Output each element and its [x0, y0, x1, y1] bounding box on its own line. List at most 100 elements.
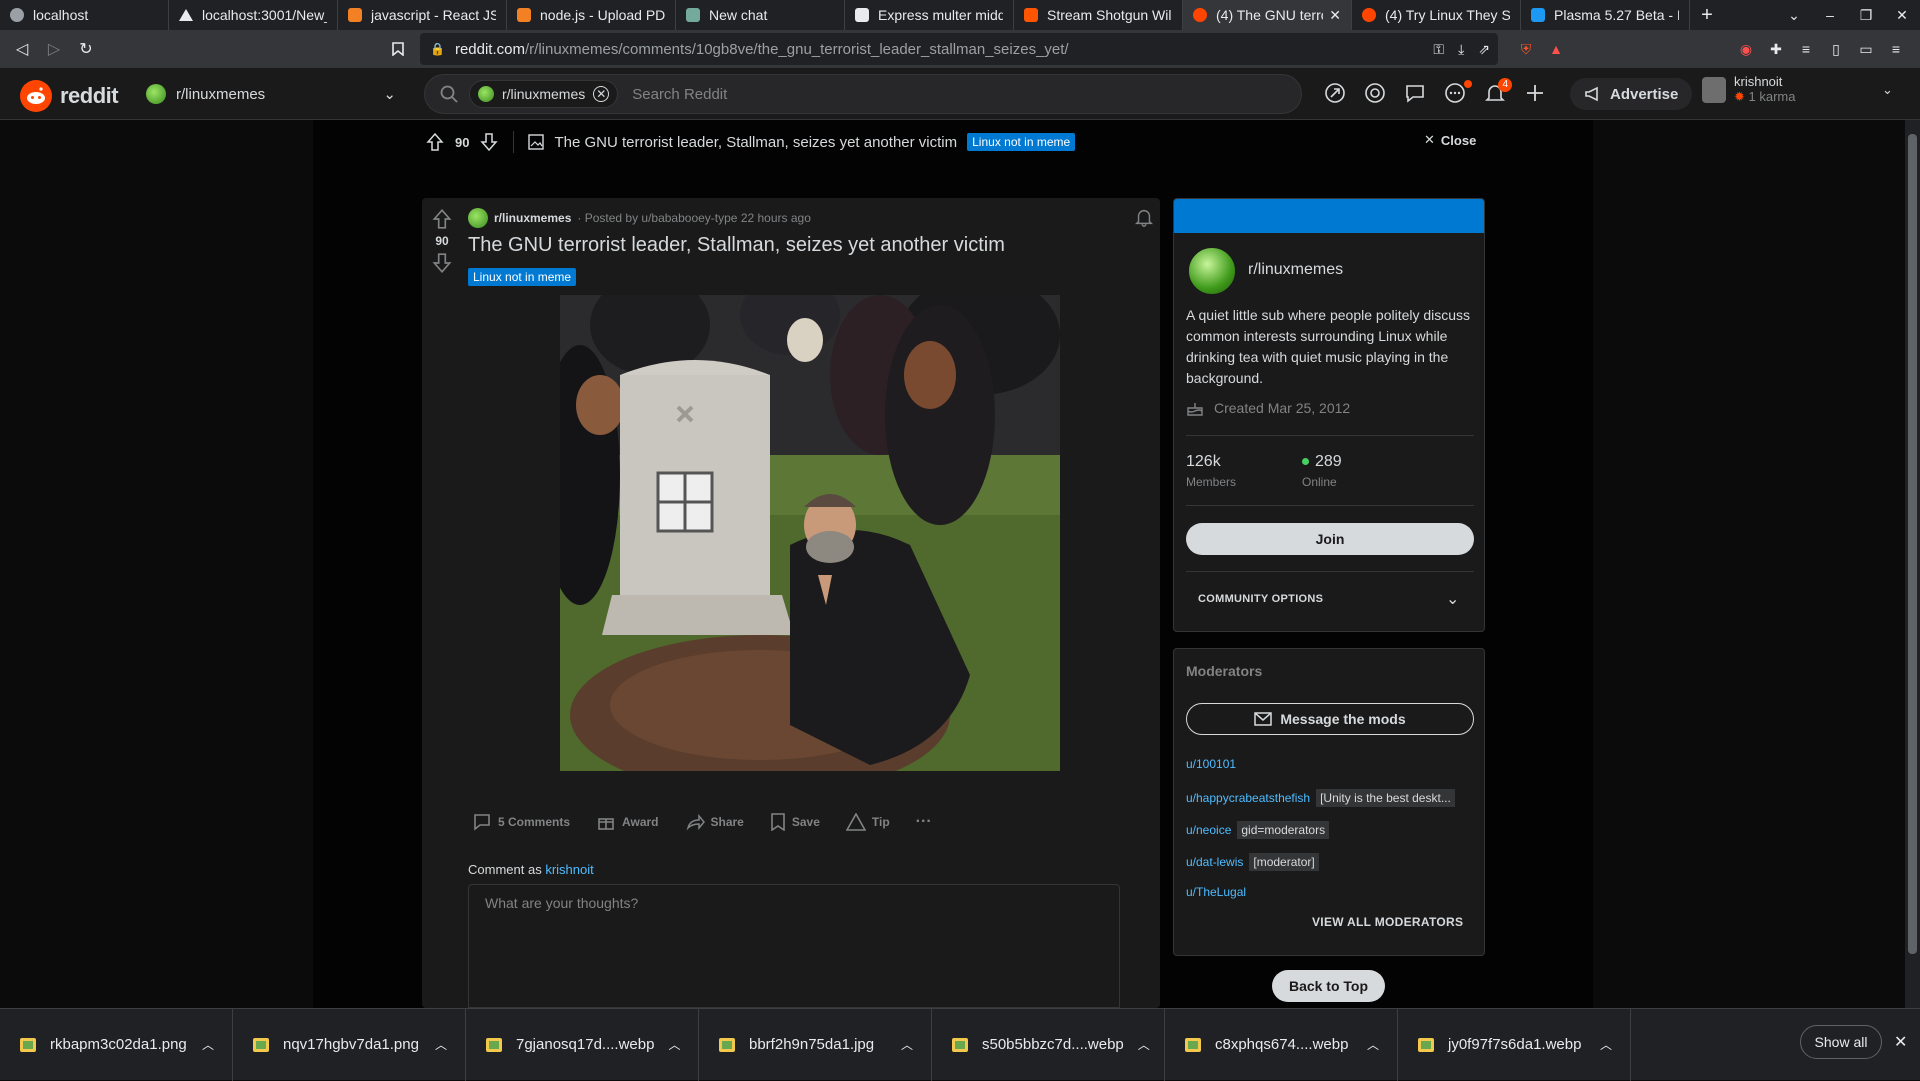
search-scope-chip[interactable]: r/linuxmemes ✕: [469, 80, 619, 108]
moderator-link[interactable]: u/neoice: [1186, 823, 1231, 837]
comments-button[interactable]: 5 Comments: [468, 806, 574, 838]
scrollbar-thumb[interactable]: [1908, 134, 1917, 954]
download-item[interactable]: bbrf2h9n75da1.jpg ︿: [699, 1008, 932, 1081]
popular-icon[interactable]: [1322, 78, 1348, 108]
menu-icon[interactable]: ≡: [1886, 39, 1906, 59]
advertise-button[interactable]: Advertise: [1570, 78, 1693, 110]
close-button[interactable]: ✕ Close: [1424, 132, 1476, 148]
scrollbar[interactable]: [1905, 120, 1920, 1008]
subreddit-link[interactable]: r/linuxmemes: [494, 211, 571, 225]
downvote-icon[interactable]: [479, 132, 499, 152]
back-icon[interactable]: ◁: [6, 33, 38, 65]
message-mods-button[interactable]: Message the mods: [1186, 703, 1474, 735]
chevron-down-icon[interactable]: ⌄: [1446, 589, 1459, 609]
post-image[interactable]: [560, 295, 1060, 771]
key-icon[interactable]: ⚿: [1433, 41, 1444, 58]
chevron-up-icon[interactable]: ︿: [1367, 1036, 1379, 1053]
browser-tab[interactable]: localhost:3001/New_Jo: [169, 0, 338, 30]
browser-tab[interactable]: Stream Shotgun Willy: [1014, 0, 1183, 30]
user-menu[interactable]: krishnoit ✹ 1 karma ⌄: [1702, 74, 1893, 105]
chevron-up-icon[interactable]: ︿: [901, 1036, 913, 1053]
reddit-favicon-icon: [1362, 8, 1376, 22]
community-options-toggle[interactable]: COMMUNITY OPTIONS: [1198, 593, 1323, 605]
brave-rewards-icon[interactable]: ▲: [1546, 39, 1566, 59]
notification-bell-icon[interactable]: [1134, 206, 1154, 228]
search-input[interactable]: [632, 85, 1133, 103]
view-all-moderators-link[interactable]: VIEW ALL MODERATORS: [1312, 915, 1463, 929]
notifications-bell-icon[interactable]: 4: [1482, 78, 1512, 108]
tip-icon: [845, 813, 866, 831]
award-button[interactable]: Award: [592, 806, 662, 838]
chevron-up-icon[interactable]: ︿: [1600, 1036, 1612, 1053]
download-item[interactable]: s50b5bbzc7d....webp ︿: [932, 1008, 1165, 1081]
chevron-up-icon[interactable]: ︿: [435, 1036, 447, 1053]
share-button[interactable]: Share: [681, 806, 748, 838]
browser-tab[interactable]: Express multer middle: [845, 0, 1014, 30]
browser-tab[interactable]: New chat: [676, 0, 845, 30]
bookmark-icon[interactable]: [382, 33, 414, 65]
back-to-top-button[interactable]: Back to Top: [1272, 970, 1385, 1002]
moderator-link[interactable]: u/TheLugal: [1186, 885, 1246, 899]
close-window-icon[interactable]: ✕: [1884, 7, 1920, 24]
minimize-icon[interactable]: –: [1812, 7, 1848, 23]
browser-tab[interactable]: (4) Try Linux They Said: [1352, 0, 1521, 30]
post-flair[interactable]: Linux not in meme: [468, 268, 577, 286]
download-item[interactable]: c8xphqs674....webp ︿: [1165, 1008, 1398, 1081]
chevron-up-icon[interactable]: ︿: [202, 1036, 214, 1053]
url-bar[interactable]: 🔒 reddit.com/r/linuxmemes/comments/10gb8…: [420, 33, 1498, 65]
more-options-icon[interactable]: ···: [912, 807, 936, 837]
install-icon[interactable]: ⤓: [1458, 41, 1464, 58]
search-bar[interactable]: r/linuxmemes ✕: [424, 74, 1302, 114]
browser-tab[interactable]: javascript - React JSX: s: [338, 0, 507, 30]
extension-badge-icon[interactable]: ◉: [1736, 39, 1756, 59]
karma-icon: ✹: [1734, 89, 1745, 104]
join-button[interactable]: Join: [1186, 523, 1474, 555]
chat-icon[interactable]: [1442, 78, 1472, 108]
extensions-puzzle-icon[interactable]: ✚: [1766, 39, 1786, 59]
chevron-up-icon[interactable]: ︿: [1138, 1036, 1150, 1053]
chevron-up-icon[interactable]: ︿: [668, 1036, 680, 1053]
moderator-link[interactable]: u/dat-lewis: [1186, 855, 1243, 869]
reddit-logo[interactable]: reddit: [20, 80, 119, 112]
coins-icon[interactable]: [1362, 78, 1388, 108]
download-item[interactable]: rkbapm3c02da1.png ︿: [0, 1008, 233, 1081]
moderation-icon[interactable]: [1402, 78, 1428, 108]
share-icon[interactable]: ⇗: [1478, 41, 1490, 58]
restore-icon[interactable]: ❐: [1848, 7, 1884, 24]
tab-search-icon[interactable]: ⌄: [1776, 7, 1812, 24]
browser-tab[interactable]: Plasma 5.27 Beta - KDE: [1521, 0, 1690, 30]
close-downloads-icon[interactable]: ✕: [1894, 1032, 1907, 1052]
community-name[interactable]: r/linuxmemes: [1248, 261, 1343, 279]
browser-tab[interactable]: localhost: [0, 0, 169, 30]
sidebar-toggle-icon[interactable]: ▯: [1826, 39, 1846, 59]
community-dropdown[interactable]: r/linuxmemes ⌄: [146, 80, 396, 108]
comment-box[interactable]: [468, 884, 1120, 1008]
comment-as-user-link[interactable]: krishnoit: [545, 862, 593, 877]
moderator-link[interactable]: u/100101: [1186, 757, 1236, 771]
moderator-link[interactable]: u/happycrabeatsthefish: [1186, 791, 1310, 805]
post-flair[interactable]: Linux not in meme: [967, 133, 1076, 151]
subreddit-avatar-icon[interactable]: [468, 208, 488, 228]
comment-input[interactable]: [485, 895, 1103, 997]
chevron-down-icon: ⌄: [383, 86, 396, 103]
show-all-downloads-button[interactable]: Show all: [1800, 1025, 1882, 1059]
brave-shield-icon[interactable]: ⛨: [1516, 39, 1536, 59]
forward-icon[interactable]: ▷: [38, 33, 70, 65]
downvote-icon[interactable]: [431, 252, 453, 274]
tip-button[interactable]: Tip: [842, 807, 894, 837]
upvote-icon[interactable]: [425, 132, 445, 152]
upvote-icon[interactable]: [431, 208, 453, 230]
download-item[interactable]: 7gjanosq17d....webp ︿: [466, 1008, 699, 1081]
wallet-icon[interactable]: ▭: [1856, 39, 1876, 59]
close-tab-icon[interactable]: ✕: [1329, 7, 1341, 24]
download-item[interactable]: nqv17hgbv7da1.png ︿: [233, 1008, 466, 1081]
playlist-icon[interactable]: ≡: [1796, 39, 1816, 59]
new-tab-icon[interactable]: +: [1690, 4, 1724, 27]
reload-icon[interactable]: ↻: [70, 33, 102, 65]
download-item[interactable]: jy0f97f7s6da1.webp ︿: [1398, 1008, 1631, 1081]
browser-tab-active[interactable]: (4) The GNU terror ✕: [1183, 0, 1352, 30]
browser-tab[interactable]: node.js - Upload PDF fi: [507, 0, 676, 30]
create-post-plus-icon[interactable]: [1522, 78, 1548, 108]
clear-scope-icon[interactable]: ✕: [593, 86, 610, 102]
save-button[interactable]: Save: [766, 807, 824, 837]
